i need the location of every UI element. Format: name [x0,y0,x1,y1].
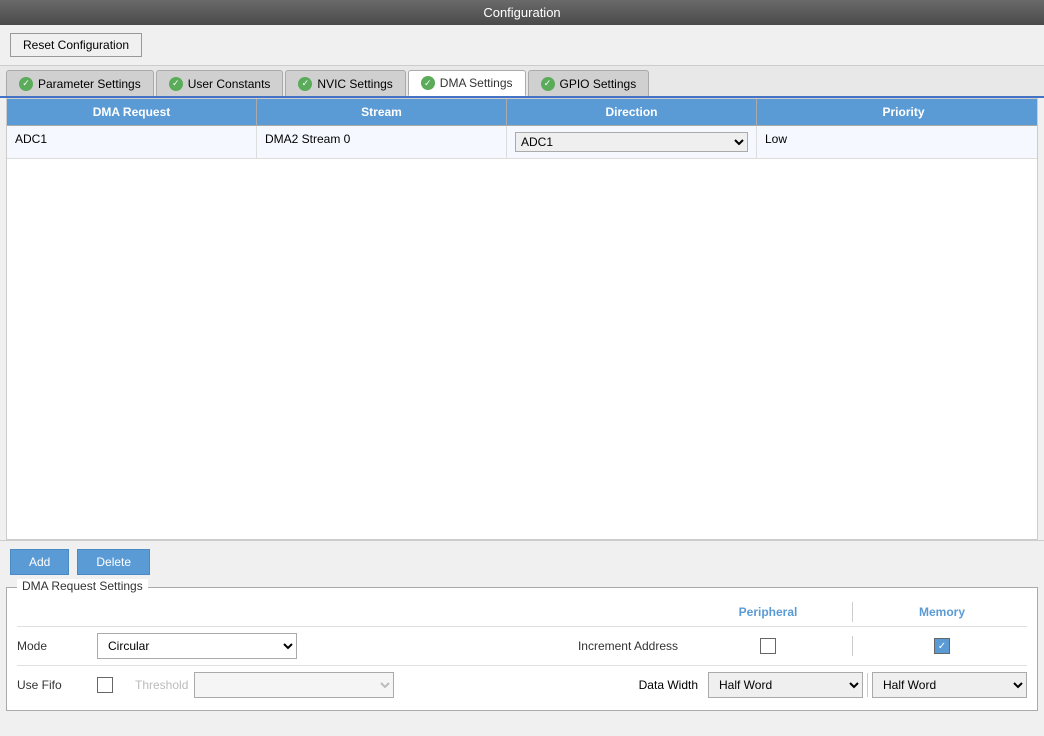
tab-gpio-icon: ✓ [541,77,555,91]
mode-label: Mode [17,639,97,653]
table-header: DMA Request Stream Direction Priority [7,99,1037,126]
toolbar: Reset Configuration [0,25,1044,66]
dma-request-settings: DMA Request Settings Peripheral Memory M… [6,587,1038,711]
mode-select[interactable]: Circular Normal [97,633,297,659]
col-header-dma-request: DMA Request [7,99,257,125]
tab-parameter-label: Parameter Settings [38,77,141,91]
increment-peripheral-checkbox[interactable] [760,638,776,654]
mode-row: Mode Circular Normal Increment Address [17,626,1027,665]
tab-user-constants-label: User Constants [188,77,271,91]
use-fifo-checkbox[interactable] [97,677,113,693]
col-header-direction: Direction [507,99,757,125]
data-width-memory-select[interactable]: Half Word Byte Word [872,672,1027,698]
tab-nvic-label: NVIC Settings [317,77,392,91]
delete-button[interactable]: Delete [77,549,150,575]
threshold-select[interactable] [194,672,394,698]
tab-nvic[interactable]: ✓ NVIC Settings [285,70,405,96]
peripheral-column-header: Peripheral [688,605,848,619]
tab-gpio[interactable]: ✓ GPIO Settings [528,70,650,96]
mode-control: Circular Normal [97,633,337,659]
threshold-label: Threshold [135,678,188,692]
increment-address-label: Increment Address [578,639,678,653]
memory-column-header: Memory [857,605,1027,619]
tab-user-constants-icon: ✓ [169,77,183,91]
tab-dma[interactable]: ✓ DMA Settings [408,70,526,96]
settings-legend: DMA Request Settings [17,579,148,593]
title-text: Configuration [483,5,560,20]
increment-memory-checkbox[interactable]: ✓ [934,638,950,654]
divider [852,636,853,656]
direction-select[interactable]: ADC1 [515,132,748,152]
table-empty-area [7,159,1037,539]
tab-parameter[interactable]: ✓ Parameter Settings [6,70,154,96]
tabs-bar: ✓ Parameter Settings ✓ User Constants ✓ … [0,66,1044,98]
add-button[interactable]: Add [10,549,69,575]
reset-configuration-button[interactable]: Reset Configuration [10,33,142,57]
tab-dma-icon: ✓ [421,76,435,90]
table-row: ADC1 DMA2 Stream 0 ADC1 Low [7,126,1037,159]
tab-nvic-icon: ✓ [298,77,312,91]
increment-memory-checkbox-area: ✓ [857,638,1027,654]
action-buttons-bar: Add Delete [0,540,1044,583]
tab-dma-label: DMA Settings [440,76,513,90]
tab-user-constants[interactable]: ✓ User Constants [156,70,284,96]
use-fifo-row: Use Fifo Threshold Data Width Half Word … [17,665,1027,704]
title-bar: Configuration [0,0,1044,25]
tab-parameter-icon: ✓ [19,77,33,91]
col-header-stream: Stream [257,99,507,125]
data-width-label: Data Width [639,678,698,692]
cell-priority: Low [757,126,1044,158]
tab-gpio-label: GPIO Settings [560,77,637,91]
divider2 [867,673,868,697]
col-header-priority: Priority [757,99,1044,125]
use-fifo-label: Use Fifo [17,678,97,692]
cell-stream: DMA2 Stream 0 [257,126,507,158]
dma-table-area: DMA Request Stream Direction Priority AD… [6,98,1038,540]
cell-dma-request: ADC1 [7,126,257,158]
cell-direction[interactable]: ADC1 [507,126,757,158]
data-width-peripheral-select[interactable]: Half Word Byte Word [708,672,863,698]
increment-peripheral-checkbox-area [688,638,848,654]
